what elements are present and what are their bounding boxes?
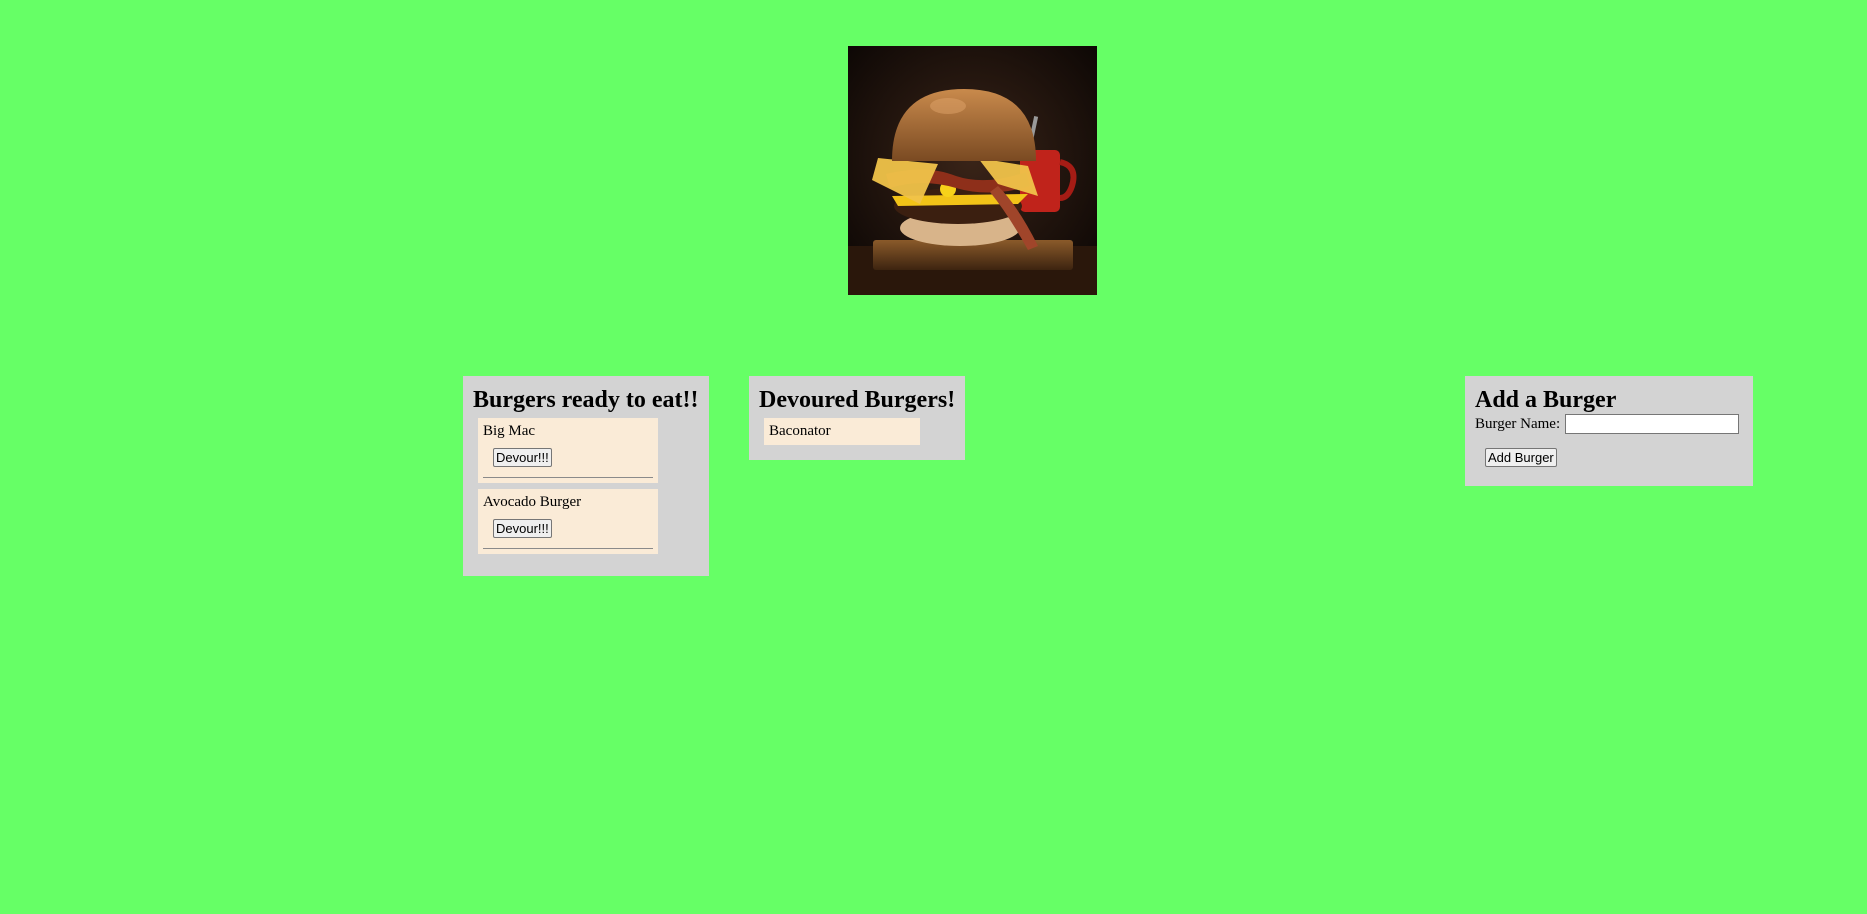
list-item: Big Mac Devour!!!	[478, 418, 658, 483]
burger-name: Baconator	[769, 423, 831, 439]
burger-hero-image	[848, 46, 1097, 295]
divider	[483, 477, 653, 478]
list-item: Baconator	[764, 418, 920, 445]
burger-name: Avocado Burger	[483, 494, 582, 510]
burger-name: Big Mac	[483, 423, 536, 439]
add-burger-title: Add a Burger	[1475, 387, 1617, 413]
burger-photo-illustration	[848, 46, 1097, 295]
burger-name-input[interactable]	[1565, 414, 1740, 434]
list-item: Avocado Burger Devour!!!	[478, 489, 658, 554]
devour-button[interactable]: Devour!!!	[493, 519, 552, 538]
devoured-burgers-title: Devoured Burgers!	[759, 387, 956, 413]
ready-burgers-panel: Burgers ready to eat!! Big Mac Devour!!!…	[463, 376, 709, 576]
add-burger-button[interactable]: Add Burger	[1485, 448, 1557, 467]
burger-name-row: Burger Name:	[1475, 414, 1743, 434]
ready-burgers-title: Burgers ready to eat!!	[473, 387, 699, 413]
burger-name-label: Burger Name:	[1475, 416, 1561, 432]
devoured-burgers-list: Baconator	[759, 418, 955, 445]
devour-button[interactable]: Devour!!!	[493, 448, 552, 467]
devoured-burgers-panel: Devoured Burgers! Baconator	[749, 376, 965, 460]
ready-burgers-list: Big Mac Devour!!! Avocado Burger Devour!…	[473, 418, 699, 554]
add-burger-panel: Add a Burger Burger Name: Add Burger	[1465, 376, 1753, 486]
divider	[483, 548, 653, 549]
